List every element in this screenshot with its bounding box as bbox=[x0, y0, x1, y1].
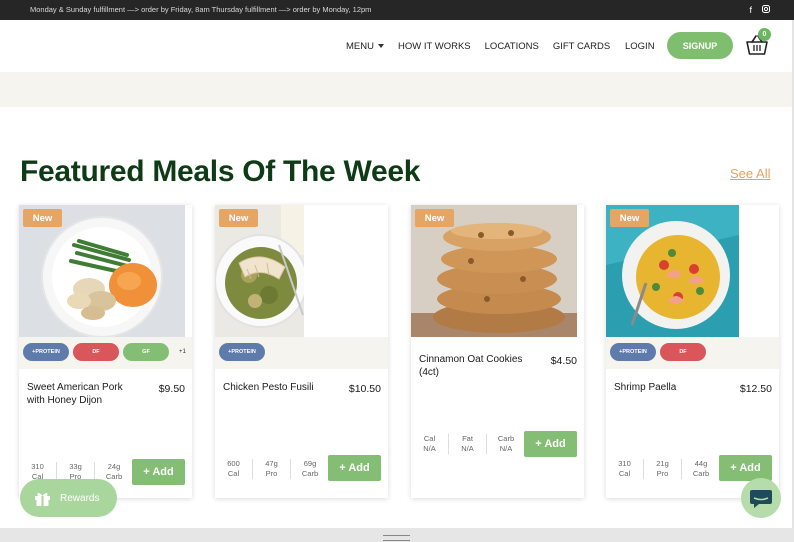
drag-handle-icon[interactable] bbox=[383, 535, 410, 541]
meal-name[interactable]: Sweet American Pork with Honey Dijon bbox=[27, 381, 139, 407]
chat-icon bbox=[750, 490, 772, 508]
new-badge: New bbox=[610, 209, 649, 227]
macro-cal: 600 Cal bbox=[215, 459, 253, 479]
see-all-link[interactable]: See All bbox=[730, 166, 770, 181]
rewards-button[interactable]: Rewards bbox=[20, 479, 117, 517]
site-header: MENU HOW IT WORKS LOCATIONS GIFT CARDS L… bbox=[0, 20, 794, 72]
macro-carb: 44g Carb bbox=[692, 459, 710, 478]
tag-protein: +PROTEIN bbox=[219, 343, 265, 361]
gift-icon bbox=[35, 492, 50, 506]
section-title: Featured Meals Of The Week bbox=[20, 155, 421, 188]
meal-name[interactable]: Chicken Pesto Fusili bbox=[223, 381, 335, 394]
meal-name[interactable]: Cinnamon Oat Cookies (4ct) bbox=[419, 353, 535, 379]
nav-locations[interactable]: LOCATIONS bbox=[485, 41, 539, 52]
meal-price: $4.50 bbox=[550, 355, 577, 367]
login-link[interactable]: LOGIN bbox=[625, 41, 655, 52]
macro-cal: Cal N/A bbox=[411, 434, 449, 454]
meal-price: $10.50 bbox=[348, 383, 381, 395]
tag-protein: +PROTEIN bbox=[23, 343, 69, 361]
new-badge: New bbox=[23, 209, 62, 227]
macros: 600 Cal 47g Pro 69g Carb bbox=[215, 459, 329, 479]
tag-df: DF bbox=[73, 343, 119, 361]
chevron-down-icon bbox=[377, 44, 384, 48]
macros: 310 Cal 21g Pro 44g Carb bbox=[606, 459, 720, 479]
new-badge: New bbox=[415, 209, 454, 227]
rewards-label: Rewards bbox=[60, 492, 100, 504]
tag-gf: GF bbox=[123, 343, 169, 361]
nav-how-it-works[interactable]: HOW IT WORKS bbox=[398, 41, 471, 52]
announcement-bar: Monday & Sunday fulfillment —> order by … bbox=[0, 0, 794, 20]
nav-menu[interactable]: MENU bbox=[346, 41, 384, 52]
chat-button[interactable] bbox=[741, 478, 781, 518]
macro-pro: 47g Pro bbox=[253, 459, 291, 479]
meal-price: $12.50 bbox=[739, 383, 772, 395]
add-to-cart-button[interactable]: + Add bbox=[524, 431, 577, 457]
tag-df: DF bbox=[660, 343, 706, 361]
instagram-icon[interactable] bbox=[762, 0, 770, 20]
meal-card[interactable]: New +PROTEIN DF GF +1 Sweet American Por… bbox=[19, 205, 192, 498]
main-nav: MENU HOW IT WORKS LOCATIONS GIFT CARDS bbox=[346, 41, 624, 52]
macro-carb: Carb N/A bbox=[497, 434, 515, 453]
macro-pro: 21g Pro bbox=[644, 459, 682, 479]
new-badge: New bbox=[219, 209, 258, 227]
signup-button[interactable]: SIGNUP bbox=[667, 32, 733, 59]
nav-menu-label: MENU bbox=[346, 41, 374, 52]
macros: Cal N/A Fat N/A Carb N/A bbox=[411, 434, 525, 454]
add-to-cart-button[interactable]: + Add bbox=[132, 459, 185, 485]
social-links: f bbox=[749, 0, 770, 20]
nav-gift-cards[interactable]: GIFT CARDS bbox=[553, 41, 610, 52]
add-to-cart-button[interactable]: + Add bbox=[328, 455, 381, 481]
macro-carb: 69g Carb bbox=[301, 459, 319, 478]
tag-protein: +PROTEIN bbox=[610, 343, 656, 361]
meal-name[interactable]: Shrimp Paella bbox=[614, 381, 726, 394]
macro-cal: 310 Cal bbox=[606, 459, 644, 479]
meal-price: $9.50 bbox=[158, 383, 185, 395]
macro-fat: Fat N/A bbox=[449, 434, 487, 454]
announcement-text: Monday & Sunday fulfillment —> order by … bbox=[30, 5, 372, 14]
meal-card[interactable]: New Cinnamon Oat Cookies (4ct) $4.50 Cal… bbox=[411, 205, 584, 498]
facebook-icon[interactable]: f bbox=[749, 0, 752, 20]
hero-band bbox=[0, 72, 794, 107]
meal-card[interactable]: New +PROTEIN Chicken Pesto Fusili $10.50… bbox=[215, 205, 388, 498]
cart-count-badge: 0 bbox=[758, 28, 771, 41]
more-tags-count: +1 bbox=[179, 349, 186, 355]
meal-card[interactable]: New +PROTEIN DF Shrimp Paella $12.50 310… bbox=[606, 205, 779, 498]
